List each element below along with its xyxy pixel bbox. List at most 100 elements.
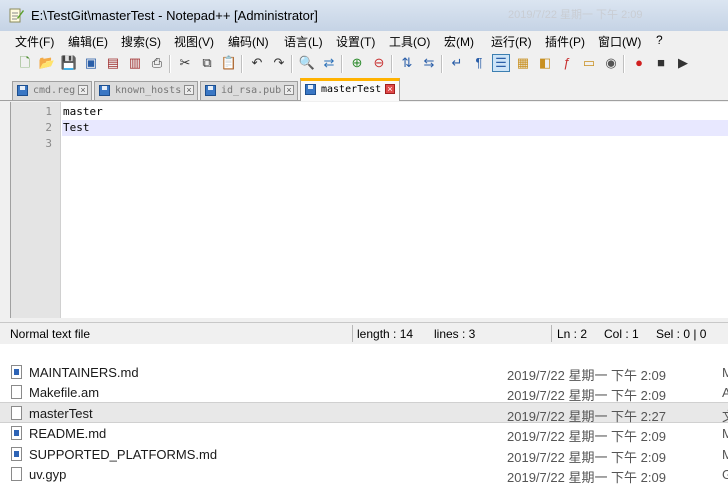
- close-icon[interactable]: ▤: [104, 54, 122, 72]
- file-row-selected[interactable]: masterTest 2019/7/22 星期一 下午 2:27 文: [0, 402, 728, 424]
- tab-cmd-reg[interactable]: cmd.reg ×: [12, 81, 92, 100]
- menu-run[interactable]: 运行(R): [491, 33, 532, 50]
- save-icon[interactable]: 💾: [60, 54, 78, 72]
- line-number: 3: [45, 137, 52, 150]
- code-line[interactable]: master: [62, 104, 728, 120]
- saved-file-icon: [17, 85, 28, 96]
- toolbar-separator: [441, 55, 443, 73]
- menu-macro[interactable]: 宏(M): [444, 33, 474, 50]
- menu-bar: 文件(F) 编辑(E) 搜索(S) 视图(V) 编码(N) 语言(L) 设置(T…: [0, 31, 728, 51]
- status-selection: Sel : 0 | 0: [656, 327, 707, 341]
- status-lines: lines : 3: [434, 327, 476, 341]
- menu-language[interactable]: 语言(L): [284, 33, 323, 50]
- file-name: masterTest: [29, 406, 93, 421]
- title-bar[interactable]: E:\TestGit\masterTest - Notepad++ [Admin…: [0, 0, 728, 31]
- menu-plugins[interactable]: 插件(P): [545, 33, 585, 50]
- tab-close-icon[interactable]: ×: [385, 84, 395, 94]
- show-all-chars-icon[interactable]: ¶: [470, 54, 488, 72]
- function-list-icon[interactable]: ƒ: [558, 54, 576, 72]
- replace-icon[interactable]: ⇄: [320, 54, 338, 72]
- tab-label: id_rsa.pub: [221, 85, 282, 96]
- markdown-file-icon: [11, 365, 22, 379]
- copy-icon[interactable]: ⧉: [198, 54, 216, 72]
- tab-id-rsa-pub[interactable]: id_rsa.pub ×: [200, 81, 298, 100]
- file-row[interactable]: Makefile.am 2019/7/22 星期一 下午 2:09 A: [0, 382, 728, 403]
- status-divider: [551, 325, 552, 342]
- toolbar-separator: [291, 55, 293, 73]
- redo-icon[interactable]: ↷: [270, 54, 288, 72]
- file-icon: [11, 406, 22, 420]
- tab-label: cmd.reg: [33, 85, 76, 96]
- file-row[interactable]: README.md 2019/7/22 星期一 下午 2:09 M: [0, 423, 728, 444]
- doc-map-icon[interactable]: ◧: [536, 54, 554, 72]
- user-lang-icon[interactable]: ▦: [514, 54, 532, 72]
- tab-label: known_hosts: [115, 85, 182, 96]
- menu-search[interactable]: 搜索(S): [121, 33, 161, 50]
- folder-workspace-icon[interactable]: ▭: [580, 54, 598, 72]
- file-row[interactable]: uv.gyp 2019/7/22 星期一 下午 2:09 G: [0, 464, 728, 485]
- file-name: uv.gyp: [29, 467, 67, 482]
- open-file-icon[interactable]: 📂: [38, 54, 56, 72]
- file-type: M: [722, 447, 728, 462]
- saved-file-icon: [205, 85, 216, 96]
- record-macro-icon[interactable]: ●: [630, 54, 648, 72]
- menu-file[interactable]: 文件(F): [15, 33, 54, 50]
- file-row[interactable]: MAINTAINERS.md 2019/7/22 星期一 下午 2:09 M: [0, 362, 728, 383]
- menu-window[interactable]: 窗口(W): [598, 33, 641, 50]
- stop-macro-icon[interactable]: ■: [652, 54, 670, 72]
- menu-encoding[interactable]: 编码(N): [228, 33, 269, 50]
- print-icon[interactable]: ⎙: [148, 54, 166, 72]
- text-editor[interactable]: 1 2 3 master Test: [10, 102, 728, 318]
- file-name: README.md: [29, 426, 107, 441]
- file-type: M: [722, 365, 728, 380]
- toolbar: 🗋 📂 💾 ▣ ▤ ▥ ⎙ ✂ ⧉ 📋 ↶ ↷ 🔍 ⇄ ⊕ ⊖ ⇅ ⇆ ↵ ¶ ☰ ▦ ◧ ƒ ▭ ◉ ● ■ ▶: [0, 51, 728, 77]
- status-line-number: Ln : 2: [557, 327, 588, 341]
- tab-close-icon[interactable]: ×: [78, 85, 88, 95]
- file-type: A: [722, 385, 728, 400]
- notepad-plus-plus-window: E:\TestGit\masterTest - Notepad++ [Admin…: [0, 0, 728, 344]
- tab-close-icon[interactable]: ×: [284, 85, 294, 95]
- saved-file-icon: [305, 84, 316, 95]
- file-name: MAINTAINERS.md: [29, 365, 139, 380]
- save-all-icon[interactable]: ▣: [82, 54, 100, 72]
- new-file-icon[interactable]: 🗋: [16, 54, 34, 72]
- code-line-current[interactable]: Test: [62, 120, 728, 136]
- indent-guide-icon[interactable]: ☰: [492, 54, 510, 72]
- file-icon: [11, 385, 22, 399]
- word-wrap-icon[interactable]: ↵: [448, 54, 466, 72]
- file-type: M: [722, 426, 728, 441]
- close-all-icon[interactable]: ▥: [126, 54, 144, 72]
- toolbar-separator: [391, 55, 393, 73]
- menu-view[interactable]: 视图(V): [174, 33, 214, 50]
- paste-icon[interactable]: 📋: [220, 54, 238, 72]
- play-macro-icon[interactable]: ▶: [674, 54, 692, 72]
- menu-edit[interactable]: 编辑(E): [68, 33, 108, 50]
- zoom-out-icon[interactable]: ⊖: [370, 54, 388, 72]
- sync-vertical-icon[interactable]: ⇅: [398, 54, 416, 72]
- tab-master-test[interactable]: masterTest ×: [300, 78, 400, 101]
- window-title: E:\TestGit\masterTest - Notepad++ [Admin…: [31, 8, 318, 23]
- tab-close-icon[interactable]: ×: [184, 85, 194, 95]
- markdown-file-icon: [11, 447, 22, 461]
- file-row[interactable]: SUPPORTED_PLATFORMS.md 2019/7/22 星期一 下午 …: [0, 444, 728, 465]
- zoom-in-icon[interactable]: ⊕: [348, 54, 366, 72]
- find-icon[interactable]: 🔍: [298, 54, 316, 72]
- toolbar-separator: [623, 55, 625, 73]
- code-line[interactable]: [62, 136, 728, 152]
- tab-bar: cmd.reg × known_hosts × id_rsa.pub × mas…: [0, 77, 728, 101]
- cut-icon[interactable]: ✂: [176, 54, 194, 72]
- status-length: length : 14: [357, 327, 414, 341]
- menu-tools[interactable]: 工具(O): [389, 33, 430, 50]
- monitoring-icon[interactable]: ◉: [602, 54, 620, 72]
- undo-icon[interactable]: ↶: [248, 54, 266, 72]
- file-name: SUPPORTED_PLATFORMS.md: [29, 447, 218, 462]
- line-number: 1: [45, 105, 52, 118]
- tab-known-hosts[interactable]: known_hosts ×: [94, 81, 198, 100]
- sync-horizontal-icon[interactable]: ⇆: [420, 54, 438, 72]
- file-date: 2019/7/22 星期一 下午 2:09: [507, 470, 666, 485]
- menu-help[interactable]: ?: [656, 33, 663, 47]
- saved-file-icon: [99, 85, 110, 96]
- markdown-file-icon: [11, 426, 22, 440]
- menu-settings[interactable]: 设置(T): [336, 33, 375, 50]
- toolbar-separator: [241, 55, 243, 73]
